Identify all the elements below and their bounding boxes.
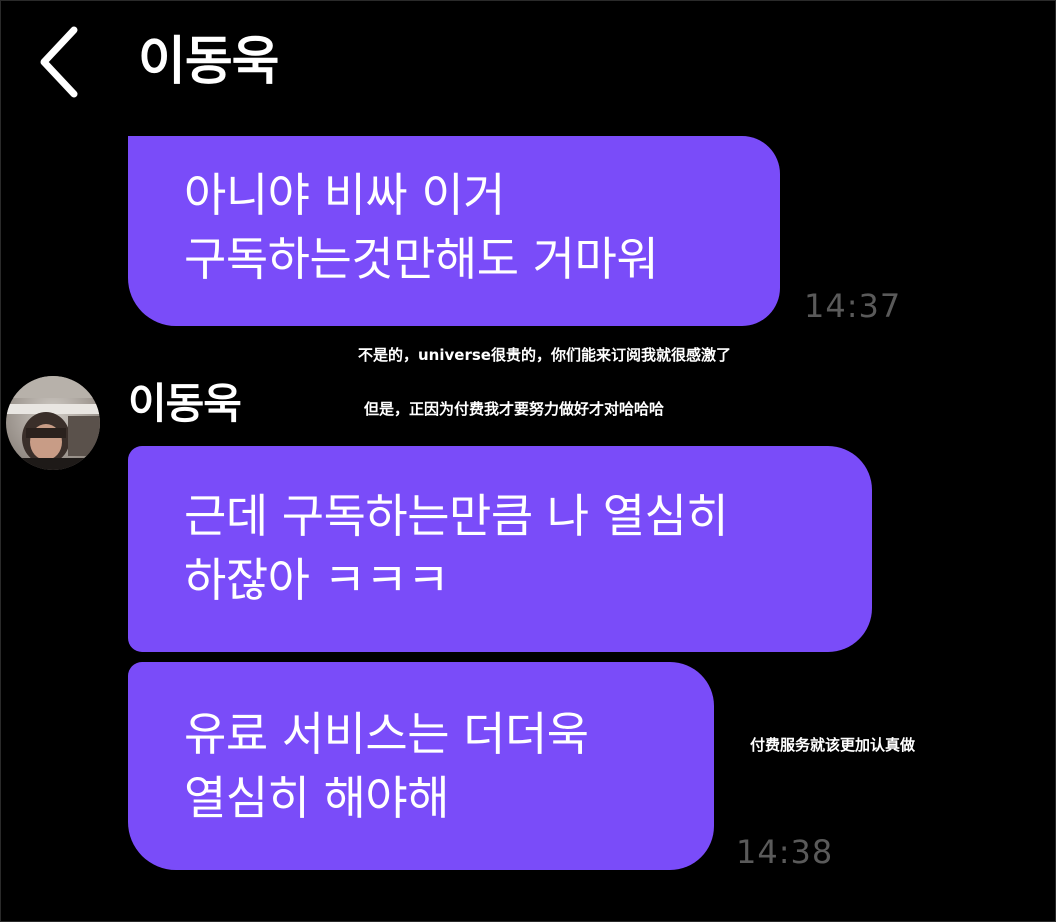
message-timestamp: 14:38 [736,833,834,871]
chevron-left-icon [40,26,78,98]
message-line: 열심히 해야해 [184,771,450,825]
avatar-photo [6,376,100,470]
message-line: 근데 구독하는만큼 나 열심히 [184,489,729,543]
message-line: 유료 서비스는 더더욱 [184,707,589,761]
avatar[interactable] [6,376,100,470]
message-line: 아니야 비싸 이거 [184,168,505,222]
message-bubble[interactable]: 유료 서비스는 더더욱 열심히 해야해 [128,662,714,870]
message-line: 구독하는것만해도 거마워 [184,232,659,286]
message-bubble[interactable]: 근데 구독하는만큼 나 열심히 하잖아 ㅋㅋㅋ [128,446,872,652]
sender-name: 이동욱 [128,379,242,428]
message-line: 하잖아 ㅋㅋㅋ [184,553,450,607]
translation-caption: 不是的，universe很贵的，你们能来订阅我就很感激了 [358,346,731,364]
back-button[interactable] [34,22,94,102]
message-bubble[interactable]: 아니야 비싸 이거 구독하는것만해도 거마워 [128,136,780,326]
translation-caption: 但是，正因为付费我才要努力做好才对哈哈哈 [364,400,665,418]
translation-caption: 付费服务就该更加认真做 [750,736,916,754]
message-timestamp: 14:37 [804,287,902,325]
chat-title: 이동욱 [138,32,280,92]
